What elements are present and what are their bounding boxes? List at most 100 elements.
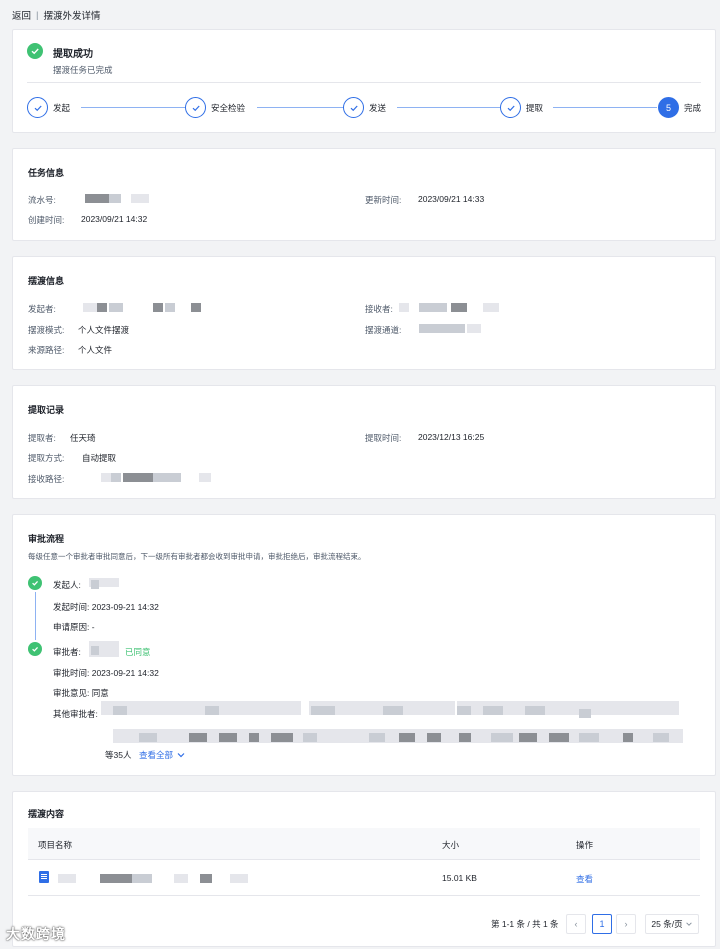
redacted-path [199, 473, 211, 482]
redacted-file-name [230, 874, 248, 883]
redacted-initiator [165, 303, 175, 312]
step-label: 完成 [684, 102, 702, 113]
source-value: 个人文件 [78, 345, 113, 355]
page-title: 摆渡外发详情 [43, 11, 101, 22]
initiate-time: 发起时间: 2023-09-21 14:32 [53, 602, 159, 612]
redacted-path [153, 473, 181, 482]
section-title: 审批流程 [28, 534, 65, 544]
created-label: 创建时间: [28, 215, 65, 225]
redacted-initiator [99, 578, 119, 587]
redacted-serial [85, 194, 109, 203]
next-page-button[interactable]: › [616, 914, 636, 934]
ferry-info-card: 摆渡信息 发起者: 接收者: 摆渡模式: 个人文件摆渡 摆渡通道: 来源路径: … [12, 256, 716, 370]
extract-time-value: 2023/12/13 16:25 [418, 432, 485, 442]
initiator-label: 发起人: [53, 580, 81, 590]
step-connector [81, 107, 185, 108]
section-title: 任务信息 [28, 168, 65, 178]
other-approvers-count: 等35人 [105, 750, 132, 760]
column-header-size: 大小 [442, 840, 460, 850]
redacted-channel [429, 324, 465, 333]
extract-time-label: 提取时间: [365, 433, 402, 443]
extractor-value: 任天琦 [70, 433, 96, 443]
redacted-channel [467, 324, 481, 333]
channel-label: 摆渡通道: [365, 325, 402, 335]
prev-page-button[interactable]: ‹ [566, 914, 586, 934]
check-icon [27, 97, 48, 118]
redacted-approver [91, 646, 99, 655]
file-size: 15.01 KB [442, 873, 477, 883]
redacted-initiator [83, 303, 97, 312]
redacted-file-name [132, 874, 152, 883]
check-circle-icon [28, 576, 42, 590]
redacted-serial [109, 194, 121, 203]
mode-label: 摆渡模式: [28, 325, 65, 335]
redacted-receiver [419, 303, 447, 312]
redacted-initiator [109, 303, 123, 312]
page-size-value: 25 条/页 [651, 919, 683, 929]
serial-label: 流水号: [28, 195, 56, 205]
step-label: 提取 [526, 102, 544, 113]
step-send: 发送 [343, 97, 386, 118]
approval-description: 每级任意一个审批者审批同意后，下一级所有审批者都会收到审批申请，审批拒绝后，审批… [28, 552, 366, 561]
step-extract: 提取 [500, 97, 543, 118]
chevron-down-icon [177, 753, 185, 758]
extract-record-card: 提取记录 提取者: 任天琦 提取时间: 2023/12/13 16:25 提取方… [12, 385, 716, 499]
timeline-line [35, 592, 36, 640]
created-value: 2023/09/21 14:32 [81, 214, 148, 224]
initiator-label: 发起者: [28, 304, 56, 314]
back-link[interactable]: 返回 [12, 8, 31, 22]
status-subtitle: 摆渡任务已完成 [53, 65, 113, 75]
method-value: 自动提取 [82, 453, 117, 463]
redacted-file-name [200, 874, 212, 883]
other-approvers-label: 其他审批者: [53, 709, 98, 719]
status-title: 提取成功 [53, 49, 93, 60]
page-size-select[interactable]: 25 条/页 [645, 914, 699, 934]
step-label: 安全检验 [211, 102, 246, 113]
approved-status: 已同意 [125, 647, 151, 657]
redacted-file-name [58, 874, 76, 883]
redacted-receiver [399, 303, 409, 312]
redacted-initiator [97, 303, 107, 312]
check-circle-icon [27, 43, 43, 59]
check-icon [343, 97, 364, 118]
section-title: 提取记录 [28, 405, 65, 415]
source-label: 来源路径: [28, 345, 65, 355]
step-label: 发送 [369, 102, 387, 113]
page-1-button[interactable]: 1 [592, 914, 612, 934]
extractor-label: 提取者: [28, 433, 56, 443]
redacted-file-name [100, 874, 132, 883]
approval-card: 审批流程 每级任意一个审批者审批同意后，下一级所有审批者都会收到审批申请，审批拒… [12, 514, 716, 776]
section-title: 摆渡内容 [28, 809, 65, 819]
breadcrumb-separator: | [36, 9, 39, 21]
step-connector [397, 107, 501, 108]
check-icon [500, 97, 521, 118]
step-security-check: 安全检验 [185, 97, 245, 118]
receive-path-label: 接收路径: [28, 474, 65, 484]
approve-opinion: 审批意见: 同意 [53, 688, 109, 698]
chevron-down-icon [685, 922, 692, 926]
redacted-path [111, 473, 121, 482]
watermark-logo: 大数跨境 [6, 926, 66, 942]
ferry-content-card: 摆渡内容 项目名称 大小 操作 15.01 KB 查看 第 1-1 条 / 共 … [12, 791, 716, 947]
view-file-link[interactable]: 查看 [576, 873, 593, 885]
view-all-label: 查看全部 [139, 750, 174, 760]
redacted-path [101, 473, 111, 482]
apply-reason: 申请原因: - [53, 622, 95, 632]
table-row: 15.01 KB 查看 [28, 860, 700, 896]
updated-label: 更新时间: [365, 195, 402, 205]
approver-label: 审批者: [53, 647, 81, 657]
approve-time: 审批时间: 2023-09-21 14:32 [53, 668, 159, 678]
check-icon [185, 97, 206, 118]
view-all-link[interactable]: 查看全部 [139, 749, 186, 761]
step-complete: 5 完成 [658, 97, 701, 118]
column-header-name: 项目名称 [38, 840, 73, 850]
redacted-path [123, 473, 153, 482]
check-circle-icon [28, 642, 42, 656]
file-icon [39, 871, 49, 883]
top-bar: 返回 | 摆渡外发详情 [12, 8, 101, 23]
redacted-serial [131, 194, 149, 203]
step-number: 5 [658, 97, 679, 118]
receiver-label: 接收者: [365, 304, 393, 314]
task-info-card: 任务信息 流水号: 更新时间: 2023/09/21 14:33 创建时间: 2… [12, 148, 716, 241]
redacted-file-name [174, 874, 188, 883]
